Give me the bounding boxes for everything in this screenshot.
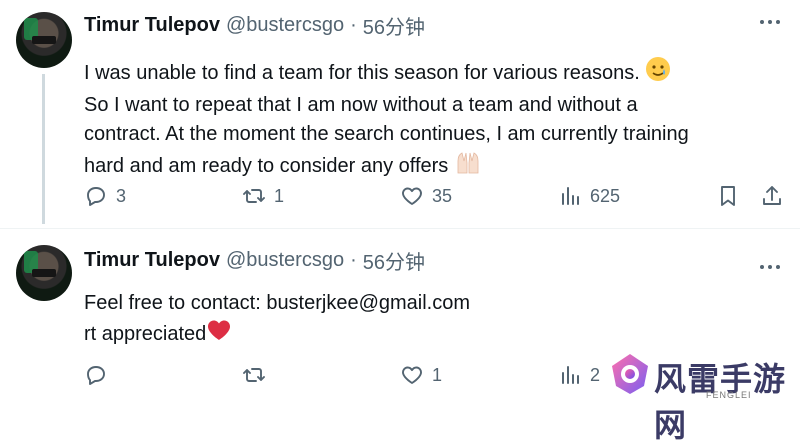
repost-button[interactable] — [242, 363, 274, 387]
timestamp[interactable]: 56分钟 — [363, 11, 425, 40]
watermark-subtext: FENGLEI — [706, 390, 752, 400]
views-count: 625 — [590, 185, 621, 206]
author-handle[interactable]: @bustercsgo — [226, 249, 344, 272]
tweet-text: I was unable to find a team for this sea… — [84, 56, 689, 184]
tweet[interactable]: Timur Tulepov @bustercsgo · 56分钟 I was u… — [0, 0, 800, 228]
tweet-line: So I want to repeat that I am now withou… — [84, 94, 638, 116]
repost-count: 1 — [274, 185, 285, 206]
avatar[interactable] — [16, 12, 72, 68]
tweet-line: rt appreciated — [84, 318, 470, 351]
reply-count: 3 — [116, 185, 127, 206]
views-icon — [562, 187, 579, 205]
like-count: 1 — [432, 364, 443, 385]
smiling-face-with-tear-icon — [645, 56, 671, 91]
tweet-line: Feel free to contact: busterjkee@gmail.c… — [84, 292, 471, 314]
separator: · — [350, 13, 357, 36]
tweet-text: Feel free to contact: busterjkee@gmail.c… — [84, 289, 470, 351]
raising-hands-icon — [454, 149, 482, 184]
views-count: 2 — [590, 364, 601, 385]
share-icon — [763, 186, 781, 205]
red-heart-icon — [206, 318, 232, 351]
tweet-header: Timur Tulepov @bustercsgo · 56分钟 — [84, 246, 425, 275]
tweet-line: I was unable to find a team for this sea… — [84, 56, 689, 91]
watermark-logo-icon — [612, 354, 648, 394]
thread-line — [42, 74, 45, 224]
bookmark-button[interactable] — [716, 184, 740, 208]
author-handle[interactable]: @bustercsgo — [226, 14, 344, 37]
tweet-actions: 3 1 35 625 — [84, 184, 784, 214]
more-icon[interactable] — [760, 265, 780, 269]
like-count: 35 — [432, 185, 453, 206]
views-button[interactable]: 625 — [558, 184, 620, 208]
like-button[interactable]: 1 — [400, 363, 442, 387]
author-name[interactable]: Timur Tulepov — [84, 14, 220, 37]
views-button[interactable]: 2 — [558, 363, 600, 387]
watermark: 风雷手游网 FENGLEI — [606, 348, 800, 444]
tweet-header: Timur Tulepov @bustercsgo · 56分钟 — [84, 11, 425, 40]
repost-button[interactable]: 1 — [242, 184, 284, 208]
more-icon[interactable] — [760, 20, 780, 24]
like-icon — [402, 366, 422, 384]
views-icon — [562, 366, 579, 384]
repost-icon — [243, 368, 265, 382]
share-button[interactable] — [760, 184, 784, 208]
reply-icon — [87, 366, 105, 385]
like-icon — [402, 187, 422, 205]
reply-icon — [87, 187, 105, 206]
like-button[interactable]: 35 — [400, 184, 452, 208]
timestamp[interactable]: 56分钟 — [363, 246, 425, 275]
reply-button[interactable] — [84, 363, 116, 387]
tweet-line: contract. At the moment the search conti… — [84, 123, 689, 145]
separator: · — [350, 248, 357, 271]
tweet-line: hard and am ready to consider any offers — [84, 149, 689, 184]
author-name[interactable]: Timur Tulepov — [84, 249, 220, 272]
watermark-text: 风雷手游网 — [654, 360, 787, 444]
avatar[interactable] — [16, 245, 72, 301]
reply-button[interactable]: 3 — [84, 184, 126, 208]
repost-icon — [243, 189, 265, 203]
bookmark-icon — [721, 186, 735, 206]
